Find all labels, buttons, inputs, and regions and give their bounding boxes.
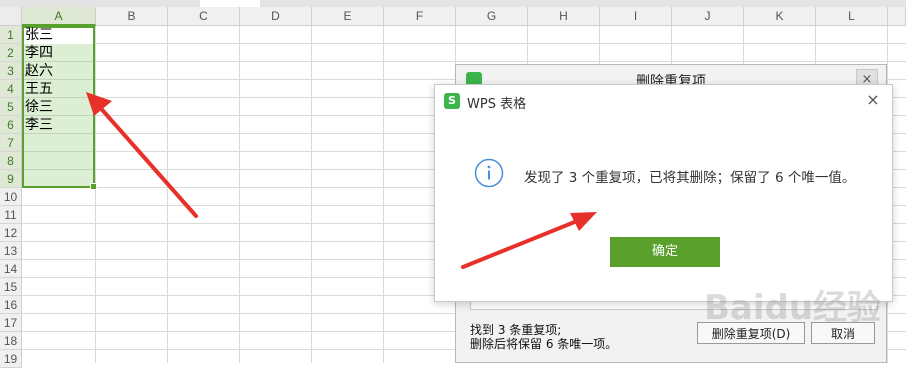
arrow-to-column-a bbox=[86, 92, 198, 218]
baidu-watermark: Baidu经验 bbox=[704, 288, 881, 328]
arrow-to-dialog-message bbox=[461, 212, 597, 269]
svg-text:Baidu经验: Baidu经验 bbox=[704, 288, 881, 328]
